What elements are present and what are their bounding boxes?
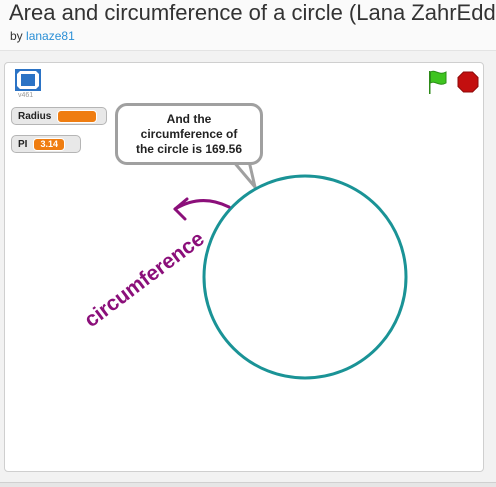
page-header: Area and circumference of a circle (Lana… xyxy=(0,0,496,51)
stage[interactable]: Radius PI 3.14 And the circumference of … xyxy=(5,101,483,471)
page-footer xyxy=(0,482,496,487)
version-label: v461 xyxy=(18,92,34,99)
author-link[interactable]: lanaze81 xyxy=(26,29,75,43)
circumference-label: circumference xyxy=(80,227,209,332)
green-flag-icon[interactable] xyxy=(425,69,449,95)
project-player: v461 Radius PI 3.14 And the circumferenc… xyxy=(4,62,484,472)
by-label: by xyxy=(10,29,23,43)
player-controls: v461 xyxy=(5,63,483,101)
speech-bubble: And the circumference of the circle is 1… xyxy=(115,103,263,165)
project-title: Area and circumference of a circle (Lana… xyxy=(9,0,496,25)
stop-icon[interactable] xyxy=(457,71,479,93)
speech-bubble-text: And the circumference of the circle is 1… xyxy=(135,111,243,156)
byline: by lanaze81 xyxy=(10,29,75,43)
fullscreen-icon[interactable] xyxy=(15,69,41,91)
circle-shape xyxy=(202,174,408,380)
